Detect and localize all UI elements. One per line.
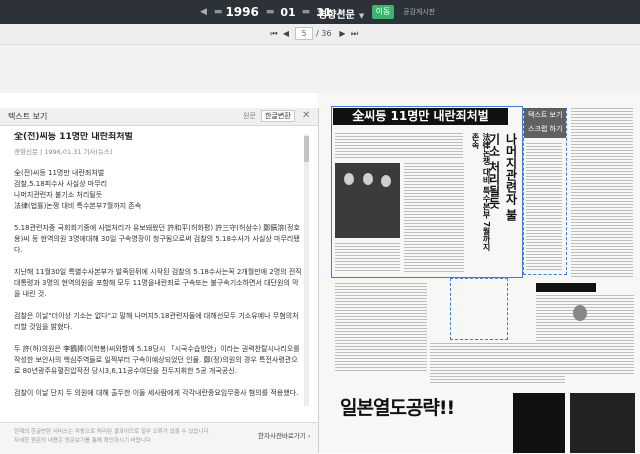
article-meta: 경향신문 | 1996.01.31 기사(뉴스) — [14, 148, 113, 156]
columnist-photo — [573, 305, 587, 321]
article-highlight-box-3[interactable] — [450, 278, 508, 340]
panel-title: 텍스트 보기 — [8, 112, 48, 121]
section-header-bar — [536, 283, 596, 292]
chevron-down-icon: ▼ — [358, 12, 365, 20]
text-column — [571, 108, 633, 278]
month-prev-icon[interactable]: ▬ — [266, 7, 275, 17]
article-paragraph: 검찰은 이날"더이상 기소는 없다"고 말해 나머지5.18관련자들에 대해선모… — [14, 312, 299, 331]
year-menu-icon[interactable]: ▬ — [214, 7, 223, 17]
article-paragraph: 두 許(허)의원은 李鶴捧(이학봉)씨와함께 5.18당시 「시국수습방안」이라… — [14, 345, 300, 375]
notice-board-link[interactable]: 공감게시판 — [403, 7, 435, 17]
photo-face — [381, 175, 391, 187]
article-tooltip: 텍스트 보기 스크랩 하기 — [524, 108, 566, 138]
text-view-panel: 텍스트 보기 원문 한글변환 ✕ 全(전)씨등 11명만 내란죄처벌 경향신문 … — [0, 108, 319, 453]
text-column — [335, 243, 400, 273]
month-value[interactable]: 01 — [280, 6, 295, 19]
article-headline: 全(전)씨등 11명만 내란죄처벌 — [14, 132, 133, 142]
article-paragraph: 全(전)씨등 11명만 내란죄처벌 검찰,5.18피수사 사실상 마무리 나머지… — [14, 169, 142, 210]
prev-year-icon[interactable]: ◀ — [200, 7, 207, 17]
article-paragraph: 5.18관련자중 국회회기중에 사법처리가 유보돼왔던 許和平(허화평) 許三守… — [14, 224, 300, 254]
ad-image — [513, 393, 565, 453]
top-bar: ◀ ▬ 1996 ▬ 01 ▬ 31 ▶ 경향신문 ▼ 이동 공감게시판 — [0, 0, 640, 24]
newspaper-select-label: 경향신문 — [318, 10, 355, 21]
viewer-toolbar-area — [0, 45, 640, 93]
pager: ⏮ ◀ 5 / 36 ▶ ⏭ — [268, 27, 360, 40]
total-pages: / 36 — [316, 29, 332, 38]
prev-page-icon[interactable]: ◀ — [280, 29, 292, 38]
month-caret-icon[interactable]: ▬ — [302, 7, 311, 17]
go-button[interactable]: 이동 — [372, 5, 394, 19]
text-column — [526, 143, 562, 271]
pager-bar: ⏮ ◀ 5 / 36 ▶ ⏭ — [0, 24, 640, 45]
tab-hangul-convert[interactable]: 한글변환 — [261, 110, 295, 122]
photo-face — [363, 173, 373, 185]
close-icon[interactable]: ✕ — [302, 110, 310, 121]
newspaper-select[interactable]: 경향신문 ▼ — [318, 6, 364, 21]
ad-headline: 일본열도공략!! — [340, 397, 455, 419]
text-column — [404, 163, 464, 273]
next-page-icon[interactable]: ▶ — [336, 29, 348, 38]
scrollbar[interactable] — [304, 134, 309, 406]
text-column — [335, 283, 427, 373]
current-page-input[interactable]: 5 — [295, 27, 313, 40]
article-paragraph: 검찰이 이날 단지 두 의원에 대해 출두한 이들 세사람에게 각각내란중요임무… — [14, 389, 299, 397]
tooltip-text-view[interactable]: 텍스트 보기 — [524, 108, 566, 122]
text-column — [335, 133, 463, 159]
article-paragraph: 지난해 11월30일 특별수사본부가 발족된뒤에 시작된 검찰의 5.18수사는… — [14, 268, 302, 298]
hanja-dictionary-link[interactable]: 한자사전바로가기 › — [258, 430, 311, 440]
photo-face — [344, 173, 354, 185]
panel-footer: 현재의 한글변환 서비스는 자동으로 처리된 결과이므로 일부 오류가 있을 수… — [0, 422, 318, 454]
footer-note: 현재의 한글변환 서비스는 자동으로 처리된 결과이므로 일부 오류가 있을 수… — [14, 429, 211, 435]
last-page-icon[interactable]: ⏭ — [348, 29, 360, 39]
footer-note: 자세한 원문의 내용은 원문보기를 통해 확인하시기 바랍니다. — [14, 438, 153, 444]
article-content: 全(전)씨등 11명만 내란죄처벌 경향신문 | 1996.01.31 기사(뉴… — [14, 132, 302, 414]
newspaper-page-image[interactable]: 全씨등 11명만 내란죄처벌 나머지관련자 불기소 처리될듯 法律논쟁 대비 특… — [318, 93, 640, 453]
tab-original[interactable]: 원문 — [243, 111, 256, 121]
ad-image — [570, 393, 635, 453]
first-page-icon[interactable]: ⏮ — [268, 29, 280, 39]
panel-header: 텍스트 보기 원문 한글변환 ✕ — [0, 108, 318, 126]
scrollbar-thumb[interactable] — [304, 136, 309, 162]
year-value[interactable]: 1996 — [225, 5, 258, 19]
newspaper-subhead-2: 法律논쟁 대비 특수본부 7월까지 존속 — [471, 133, 491, 251]
tooltip-scrap[interactable]: 스크랩 하기 — [524, 122, 566, 136]
